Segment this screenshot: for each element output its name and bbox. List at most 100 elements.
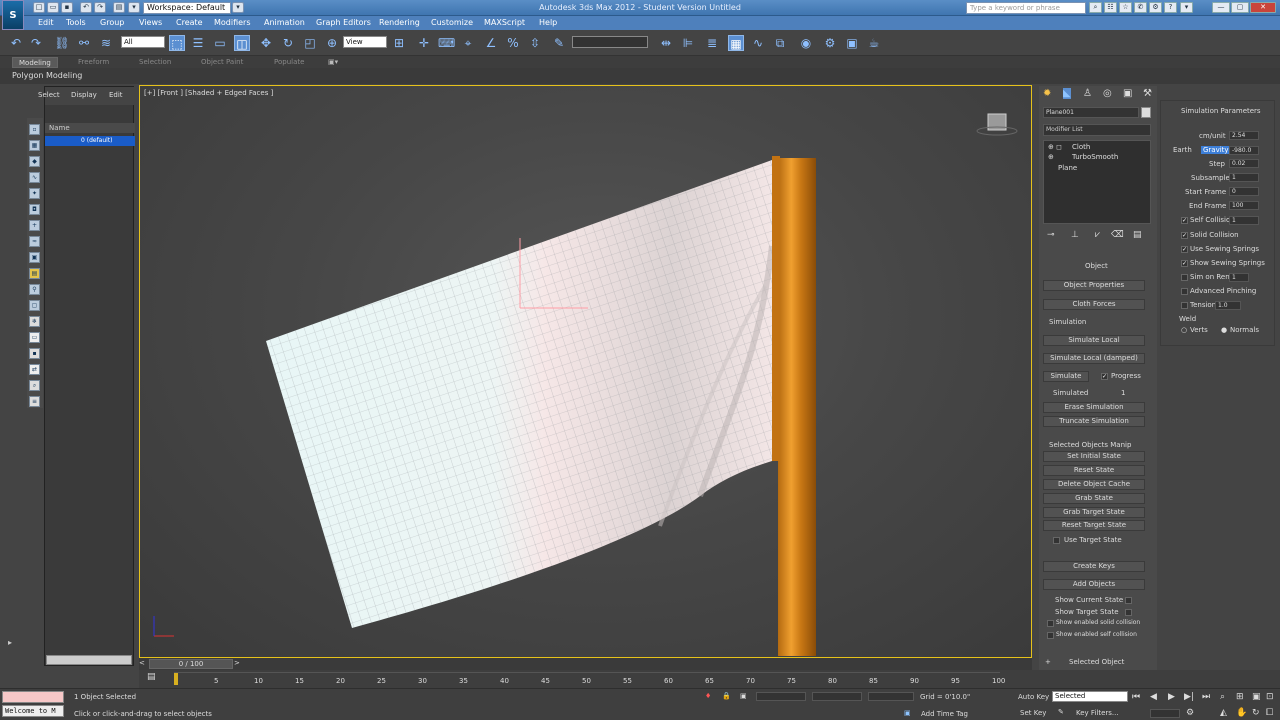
subsample-input[interactable]: 1 [1229, 173, 1259, 182]
object-properties-button[interactable]: Object Properties [1043, 280, 1145, 291]
turbosmooth-modifier-icon[interactable]: ⊕ [1048, 153, 1054, 161]
self-collision-input[interactable]: 1 [1229, 216, 1259, 225]
simulation-parameters-title[interactable]: Simulation Parameters [1181, 107, 1261, 115]
unlink-icon[interactable]: ⚯ [76, 35, 92, 51]
stack-item-cloth[interactable]: Cloth [1072, 143, 1090, 151]
menu-tools[interactable]: Tools [66, 18, 86, 27]
make-unique-icon[interactable]: ⩗ [1095, 230, 1100, 240]
angle-snap-icon[interactable]: ∠ [483, 35, 499, 51]
show-target-state-checkbox[interactable] [1125, 609, 1132, 616]
move-icon[interactable]: ✥ [258, 35, 274, 51]
z-coordinate-field[interactable] [868, 692, 914, 701]
reference-coordinate-dropdown[interactable]: View [343, 36, 387, 48]
undo-icon[interactable]: ↶ [80, 2, 92, 13]
time-marker[interactable] [174, 673, 178, 685]
align-icon[interactable]: ⊫ [680, 35, 696, 51]
scale-icon[interactable]: ◰ [302, 35, 318, 51]
y-coordinate-field[interactable] [812, 692, 862, 701]
sim-on-render-checkbox[interactable] [1181, 274, 1188, 281]
filter-containers-icon[interactable]: ▢ [29, 300, 40, 311]
named-selection-dropdown[interactable] [572, 36, 648, 48]
menu-help[interactable]: Help [539, 18, 557, 27]
save-file-icon[interactable]: ▪ [61, 2, 73, 13]
workspace-chevron-icon[interactable]: ▾ [232, 2, 244, 13]
filter-frozen-icon[interactable]: ❄ [29, 316, 40, 327]
display-tab-icon[interactable]: ▣ [1123, 88, 1132, 99]
sidebar-expand-icon[interactable]: ▸ [8, 638, 12, 647]
cm-unit-input[interactable]: 2.54 [1229, 131, 1259, 140]
new-file-icon[interactable]: □ [33, 2, 45, 13]
set-key-icon[interactable]: ✎ [1058, 708, 1064, 716]
tab-selection[interactable]: Selection [133, 57, 177, 68]
set-key-button[interactable]: Set Key [1020, 709, 1046, 717]
ribbon-panel-title[interactable]: Polygon Modeling [12, 71, 82, 80]
tab-populate[interactable]: Populate [268, 57, 310, 68]
menu-create[interactable]: Create [176, 18, 203, 27]
end-frame-input[interactable]: 100 [1229, 201, 1259, 210]
zoom-extents-all-icon[interactable]: ⊡ [1266, 692, 1274, 702]
material-editor-icon[interactable]: ◉ [798, 35, 814, 51]
tension-checkbox[interactable] [1181, 302, 1188, 309]
filter-groups-icon[interactable]: ▣ [29, 252, 40, 263]
track-bar[interactable]: ▤ 0 5 10 15 20 25 30 35 40 45 50 55 60 6… [139, 670, 1280, 688]
menu-graph-editors[interactable]: Graph Editors [316, 18, 371, 27]
snaps-toggle-icon[interactable]: ⌖ [460, 35, 476, 51]
gravity-input[interactable]: -980.0 [1229, 146, 1259, 155]
select-by-name-icon[interactable]: ☰ [190, 35, 206, 51]
show-end-result-icon[interactable]: ⊥ [1071, 230, 1079, 240]
time-configuration-icon[interactable]: ⚙ [1186, 708, 1194, 718]
place-icon[interactable]: ⊕ [324, 35, 340, 51]
modifier-list-dropdown[interactable]: Modifier List [1043, 124, 1151, 136]
menu-edit[interactable]: Edit [38, 18, 54, 27]
advanced-pinching-checkbox[interactable] [1181, 288, 1188, 295]
layer-row-default[interactable]: 0 (default) [45, 136, 135, 146]
redo-toolbar-icon[interactable]: ↷ [28, 35, 44, 51]
object-rollout-title[interactable]: Object [1085, 262, 1108, 270]
progress-checkbox[interactable]: ✓ [1101, 373, 1108, 380]
grab-state-button[interactable]: Grab State [1043, 493, 1145, 504]
quick-access-dropdown-icon[interactable]: ▾ [128, 2, 140, 13]
tab-object-paint[interactable]: Object Paint [195, 57, 249, 68]
menu-views[interactable]: Views [139, 18, 162, 27]
stack-item-turbosmooth[interactable]: TurboSmooth [1072, 153, 1118, 161]
sim-on-render-input[interactable]: 1 [1229, 273, 1249, 282]
time-slider[interactable]: < 0 / 100 > [139, 658, 1032, 670]
hierarchy-tab-icon[interactable]: ♙ [1083, 88, 1092, 99]
open-file-icon[interactable]: ▭ [47, 2, 59, 13]
display-none-icon[interactable]: ▫ [29, 124, 40, 135]
configure-modifier-sets-icon[interactable]: ▤ [1133, 230, 1142, 240]
self-collision-checkbox[interactable]: ✓ [1181, 217, 1188, 224]
rectangular-selection-icon[interactable]: ▭ [212, 35, 228, 51]
render-setup-icon[interactable]: ⚙ [822, 35, 838, 51]
simulate-local-button[interactable]: Simulate Local [1043, 335, 1145, 346]
current-frame-field[interactable] [1150, 709, 1180, 718]
remove-modifier-icon[interactable]: ⌫ [1111, 230, 1124, 240]
erase-simulation-button[interactable]: Erase Simulation [1043, 402, 1145, 413]
window-crossing-icon[interactable]: ◫ [234, 35, 250, 51]
key-set-dropdown[interactable]: Selected [1052, 691, 1128, 702]
use-target-state-checkbox[interactable] [1053, 537, 1060, 544]
menu-modifiers[interactable]: Modifiers [214, 18, 251, 27]
filter-helpers-icon[interactable]: + [29, 220, 40, 231]
minimize-icon[interactable]: — [1212, 2, 1230, 13]
mirror-icon[interactable]: ⇹ [658, 35, 674, 51]
maxscript-listener[interactable]: Welcome to M [2, 705, 64, 717]
go-to-end-icon[interactable]: ⏭ [1202, 692, 1210, 702]
create-keys-button[interactable]: Create Keys [1043, 561, 1145, 572]
gravity-button[interactable]: Gravity [1201, 146, 1231, 154]
maximize-viewport-icon[interactable]: ⧠ [1266, 708, 1273, 718]
close-icon[interactable]: ✕ [1250, 2, 1276, 13]
scene-menu-select[interactable]: Select [38, 91, 60, 99]
stack-item-plane[interactable]: Plane [1058, 164, 1077, 172]
object-color-swatch[interactable] [1141, 107, 1151, 118]
zoom-icon[interactable]: ⌕ [1220, 692, 1225, 702]
menu-group[interactable]: Group [100, 18, 124, 27]
layer-manager-icon[interactable]: ≣ [704, 35, 720, 51]
communication-center-icon[interactable]: ☷ [1104, 2, 1117, 13]
search-input[interactable]: Type a keyword or phrase [966, 2, 1086, 14]
rotate-icon[interactable]: ↻ [280, 35, 296, 51]
pin-stack-icon[interactable]: ⊸ [1047, 230, 1055, 240]
show-sewing-springs-checkbox[interactable]: ✓ [1181, 260, 1188, 267]
simulate-local-damped-button[interactable]: Simulate Local (damped) [1043, 353, 1145, 364]
layer-explorer-icon[interactable]: ≡ [29, 396, 40, 407]
